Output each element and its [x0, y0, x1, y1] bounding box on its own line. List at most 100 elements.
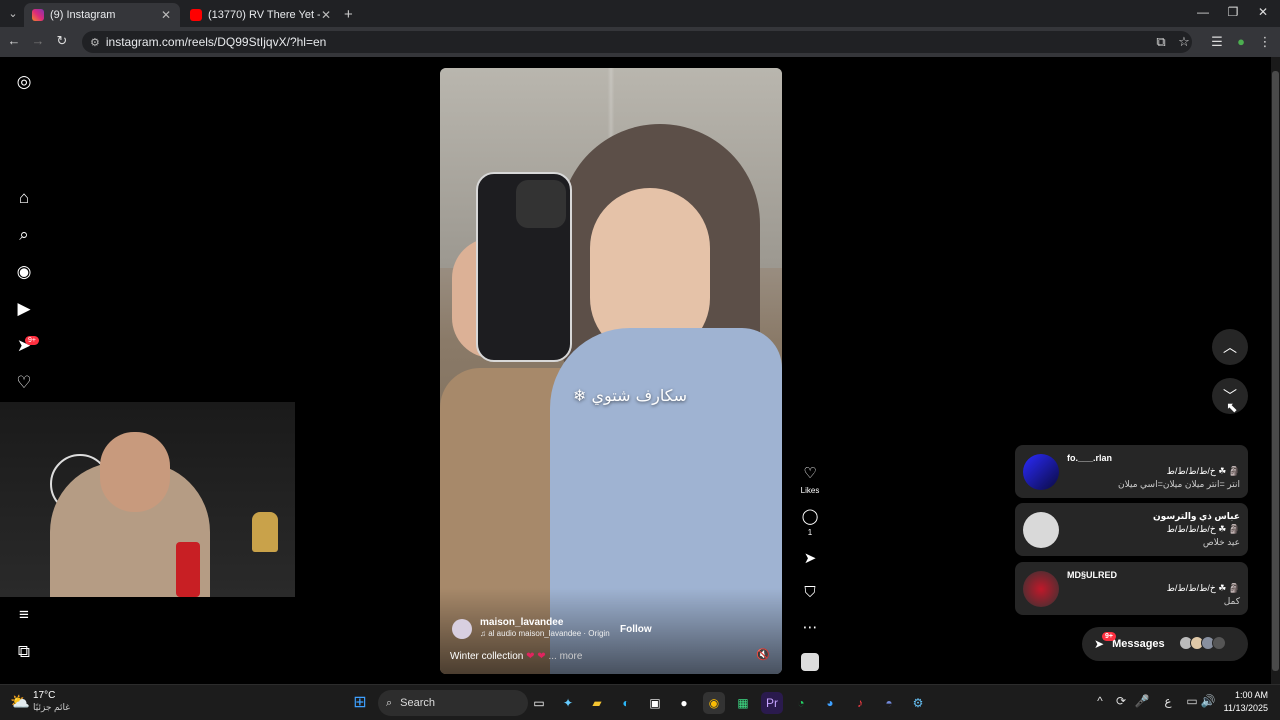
message-notification[interactable]: fo.___.rlan خ/ط/ط/ط/ط ☘ 🗿 انتر =انتر ميل…	[1015, 445, 1248, 498]
microphone-icon[interactable]: 🎤	[1134, 694, 1150, 708]
avatar	[1023, 512, 1059, 548]
discord-icon[interactable]: ◓	[878, 692, 900, 714]
messages-button[interactable]: ➤ 9+ Messages	[1082, 627, 1248, 661]
messages-badge: 9+	[1102, 632, 1116, 641]
also-from-meta-icon[interactable]: ⧉	[13, 641, 35, 663]
app-green-icon[interactable]: ▦	[732, 692, 754, 714]
more-link[interactable]: more	[560, 651, 583, 662]
music-note-icon: ♫	[480, 629, 486, 638]
profile-icon[interactable]: ●	[1232, 34, 1250, 49]
snowflake-icon: ❄	[572, 386, 587, 405]
store-icon[interactable]: ▣	[644, 692, 666, 714]
whatsapp-icon[interactable]: ◔	[790, 692, 812, 714]
url-text: instagram.com/reels/DQ99StIjqvX/?hl=en	[105, 35, 327, 49]
network-icon[interactable]: ▭	[1184, 694, 1200, 708]
reel-username[interactable]: maison_lavandee	[480, 617, 563, 628]
message-line1: خ/ط/ط/ط/ط ☘ 🗿	[1166, 583, 1240, 593]
instagram-logo-icon[interactable]: ◎	[13, 71, 35, 93]
copilot-icon[interactable]: ✦	[557, 692, 579, 714]
close-icon[interactable]: ✕	[160, 8, 172, 22]
tab-search-list-icon[interactable]: ☰	[1208, 34, 1226, 50]
tray-chevron-icon[interactable]: ^	[1092, 694, 1108, 708]
tab-instagram[interactable]: (9) Instagram ✕	[24, 3, 180, 27]
tab-title: (13770) RV There Yet - YouTube	[208, 9, 320, 21]
bookmark-star-icon[interactable]: ☆	[1175, 34, 1193, 50]
back-button[interactable]: ←	[4, 33, 24, 48]
mouse-cursor: ⬉	[1226, 399, 1238, 415]
previous-reel-button[interactable]: ︿	[1212, 329, 1248, 365]
url-field[interactable]: ⚙ instagram.com/reels/DQ99StIjqvX/?hl=en	[82, 31, 1192, 53]
heart-icon[interactable]: ♡	[13, 372, 35, 394]
avatar[interactable]	[452, 619, 472, 639]
page-scrollbar[interactable]	[1271, 57, 1280, 684]
comments-count: 1	[807, 528, 813, 537]
streamer-head	[100, 432, 170, 512]
like-icon[interactable]: ♡	[800, 464, 820, 482]
file-explorer-icon[interactable]: ▰	[586, 692, 608, 714]
message-notification[interactable]: عباس ذي والترسون خ/ط/ط/ط/ط ☘ 🗿 عيد خلاص	[1015, 503, 1248, 556]
minimize-button[interactable]: —	[1188, 5, 1218, 19]
mute-icon[interactable]: 🔇	[756, 648, 770, 661]
app-icon[interactable]: ●	[673, 692, 695, 714]
message-notification[interactable]: MD§ULRED خ/ط/ط/ط/ط ☘ 🗿 كمل	[1015, 562, 1248, 615]
share-badge: 9+	[25, 336, 39, 345]
phone-camera	[516, 180, 566, 228]
share-icon[interactable]: ➤	[800, 549, 820, 567]
task-view-icon[interactable]: ▭	[528, 692, 550, 714]
premiere-icon[interactable]: Pr	[761, 692, 783, 714]
youtube-icon	[190, 9, 202, 21]
reel-audio[interactable]: ♫ al audio maison_lavandee · Origin	[480, 629, 610, 638]
home-icon[interactable]: ⌂	[13, 187, 35, 209]
comment-icon[interactable]: ◯	[800, 507, 820, 525]
music-icon[interactable]: ♪	[849, 692, 871, 714]
chrome-icon[interactable]: ◉	[703, 692, 725, 714]
weather-description[interactable]: غائم جزئيًا	[33, 702, 70, 713]
save-bookmark-icon[interactable]: ⛉	[800, 584, 820, 601]
volume-icon[interactable]: 🔊	[1200, 694, 1216, 708]
clock-date[interactable]: 11/13/2025	[1218, 703, 1268, 713]
reel-caption: Winter collection ❤ ❤ ... more	[450, 651, 583, 662]
sender-name: MD§ULRED	[1067, 570, 1118, 580]
windows-start-icon[interactable]: ⊞	[349, 692, 371, 714]
edge-icon[interactable]: ◐	[615, 692, 637, 714]
restore-button[interactable]: ❐	[1218, 5, 1248, 19]
reel-video[interactable]: ❄ سكارف شتوي maison_lavandee ♫ al audio …	[440, 68, 782, 674]
language-indicator[interactable]: ع	[1160, 694, 1176, 708]
tab-youtube[interactable]: (13770) RV There Yet - YouTube ✕	[182, 3, 340, 27]
more-menu-icon[interactable]: ≡	[13, 604, 35, 626]
clock-time[interactable]: 1:00 AM	[1218, 690, 1268, 700]
message-avatars	[1179, 636, 1226, 653]
message-line1: خ/ط/ط/ط/ط ☘ 🗿	[1166, 466, 1240, 476]
forward-button[interactable]: →	[28, 33, 48, 48]
app-blue-icon[interactable]: ◕	[819, 692, 841, 714]
tab-search-icon[interactable]: ⌄	[4, 5, 22, 23]
instagram-icon	[32, 9, 44, 21]
window-close-button[interactable]: ✕	[1248, 5, 1278, 19]
reel-overlay-text: ❄ سكارف شتوي	[572, 386, 688, 405]
more-options-icon[interactable]: ⋯	[800, 618, 820, 636]
taskbar-search[interactable]: ⌕ Search	[378, 690, 528, 716]
install-app-icon[interactable]: ⧉	[1152, 34, 1170, 50]
explore-icon[interactable]: ◉	[13, 261, 35, 283]
follow-button[interactable]: Follow	[620, 624, 652, 635]
messages-label: Messages	[1112, 638, 1165, 650]
message-line2: انتر =انتر ميلان ميلان=اسي ميلان	[1118, 479, 1240, 489]
likes-label: Likes	[800, 486, 820, 495]
reels-icon[interactable]: ▶	[13, 298, 35, 320]
steam-icon[interactable]: ⚙	[907, 692, 929, 714]
temperature[interactable]: 17°C	[33, 690, 55, 701]
new-tab-button[interactable]: +	[344, 6, 353, 23]
close-icon[interactable]: ✕	[320, 8, 332, 22]
message-line1: خ/ط/ط/ط/ط ☘ 🗿	[1166, 524, 1240, 534]
message-line2: عيد خلاص	[1202, 537, 1240, 547]
search-icon: ⌕	[386, 696, 393, 709]
search-icon[interactable]: ⌕	[13, 224, 35, 246]
menu-kebab-icon[interactable]: ⋮	[1256, 34, 1274, 50]
scrollbar-thumb[interactable]	[1272, 71, 1279, 671]
audio-thumbnail[interactable]	[801, 653, 819, 671]
tray-app-icon[interactable]: ⟳	[1113, 694, 1129, 708]
message-line2: كمل	[1223, 596, 1240, 606]
weather-icon[interactable]: ⛅	[10, 692, 30, 712]
reload-button[interactable]: ↻	[52, 33, 72, 49]
site-info-icon[interactable]: ⚙	[90, 36, 100, 49]
